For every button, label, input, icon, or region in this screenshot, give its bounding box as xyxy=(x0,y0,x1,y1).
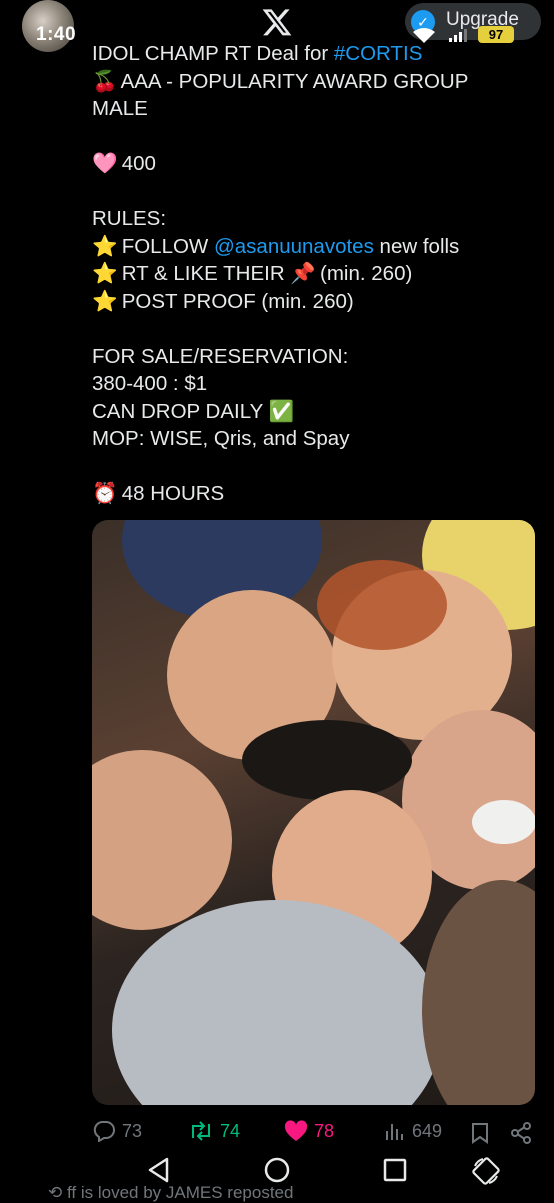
mention-link[interactable]: @asanuunavotes xyxy=(214,235,374,258)
share-icon[interactable] xyxy=(510,1122,532,1144)
tweet-drop: CAN DROP DAILY ✅ xyxy=(92,398,542,426)
tweet-line-price: 🩷 400 xyxy=(92,150,542,178)
repost-indicator-icon: ⟲ xyxy=(48,1183,63,1202)
views-icon xyxy=(386,1124,403,1140)
photo-figure xyxy=(92,750,232,930)
photo-figure xyxy=(242,720,412,800)
tweet-line-award: 🍒 AAA - POPULARITY AWARD GROUP xyxy=(92,68,542,96)
repost-button[interactable]: 74 xyxy=(188,1120,240,1142)
rotate-icon[interactable] xyxy=(471,1156,501,1186)
tweet-duration: ⏰ 48 HOURS xyxy=(92,480,542,508)
pushpin-icon: 📌 xyxy=(290,262,316,285)
like-button[interactable]: 78 xyxy=(284,1120,334,1142)
star-icon: ⭐ xyxy=(92,262,118,285)
tweet-rule-3: ⭐ POST PROOF (min. 260) xyxy=(92,288,542,316)
tweet-actions: 73 74 78 649 xyxy=(92,1120,542,1150)
reply-button[interactable]: 73 xyxy=(92,1120,142,1142)
tweet-rules-header: RULES: xyxy=(92,207,167,230)
tweet-rule-2: ⭐ RT & LIKE THEIR 📌 (min. 260) xyxy=(92,260,542,288)
tweet-line-title: IDOL CHAMP RT Deal for #CORTIS xyxy=(92,42,423,65)
cherry-icon: 🍒 xyxy=(92,69,118,93)
photo-figure xyxy=(422,880,535,1105)
tweet-mop: MOP: WISE, Qris, and Spay xyxy=(92,427,350,450)
back-icon[interactable] xyxy=(145,1156,173,1184)
views-button[interactable]: 649 xyxy=(384,1120,442,1142)
tweet-sale-header: FOR SALE/RESERVATION: xyxy=(92,344,349,368)
next-tweet-context: ⟲ ff is loved by JAMES reposted xyxy=(48,1183,294,1202)
tweet-sale-price: 380-400 : $1 xyxy=(92,372,208,395)
pink-heart-icon: 🩷 xyxy=(92,152,118,175)
x-logo-icon[interactable] xyxy=(260,6,294,38)
views-count: 649 xyxy=(412,1120,443,1141)
check-mark-icon: ✅ xyxy=(268,399,295,423)
home-icon[interactable] xyxy=(263,1156,291,1184)
star-icon: ⭐ xyxy=(92,234,118,258)
photo-figure xyxy=(472,800,535,844)
reply-count: 73 xyxy=(122,1120,143,1141)
recents-icon[interactable] xyxy=(381,1156,409,1184)
hashtag-link[interactable]: #CORTIS xyxy=(334,42,422,65)
reply-icon xyxy=(93,1121,115,1142)
bookmark-icon[interactable] xyxy=(470,1122,490,1144)
tweet-photo[interactable] xyxy=(92,520,535,1105)
repost-icon xyxy=(192,1121,210,1141)
tweet-line-male: MALE xyxy=(92,97,148,120)
tweet-body: IDOL CHAMP RT Deal for #CORTIS 🍒 AAA - P… xyxy=(92,40,542,508)
like-count: 78 xyxy=(314,1120,335,1141)
tweet-rule-1: ⭐ FOLLOW @asanuunavotes new folls xyxy=(92,233,542,261)
alarm-clock-icon: ⏰ xyxy=(92,482,118,505)
photo-figure xyxy=(317,560,447,650)
status-time: 1:40 xyxy=(36,24,77,45)
heart-icon xyxy=(284,1120,308,1141)
repost-count: 74 xyxy=(220,1120,241,1141)
star-icon: ⭐ xyxy=(92,289,118,313)
